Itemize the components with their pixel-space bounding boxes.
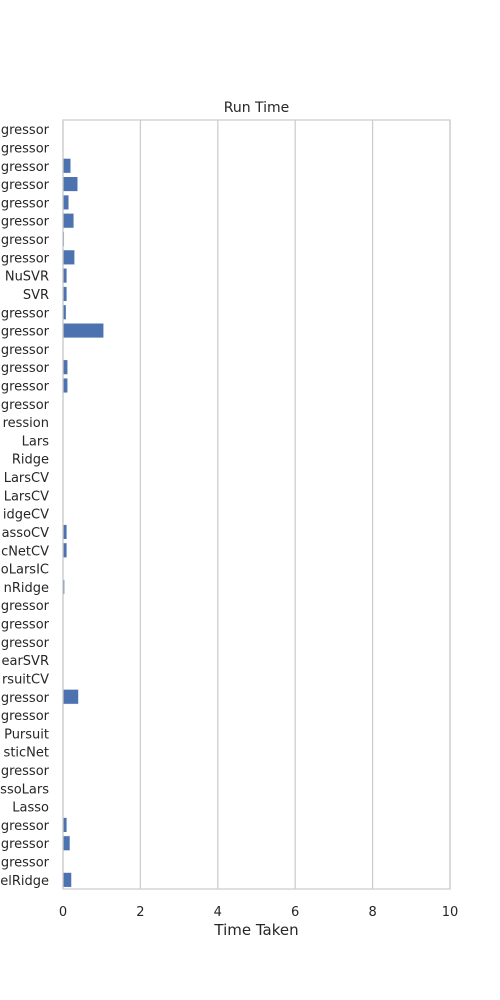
y-tick-label-21: idgeCV [3,508,49,523]
y-tick-label-13: gressor [1,361,50,376]
y-tick-label-37: Lasso [12,801,49,816]
y-tick-labels: gressor gressor gressor gressor gressor gress… [0,123,49,889]
y-tick-label-34: sticNet [4,746,49,761]
y-tick-label-27: gressor [1,618,50,633]
bars [62,158,104,888]
x-tick-labels: 0 2 4 6 8 10 [59,905,458,920]
y-tick-label-19: LarsCV [4,471,49,486]
y-tick-label-15: gressor [1,398,50,413]
y-tick-label-30: rsuitCV [2,672,49,687]
y-tick-label-6: gressor [1,233,50,248]
y-tick-label-20: LarsCV [4,489,49,504]
y-tick-label-4: gressor [1,196,50,211]
bar-2 [62,158,71,174]
x-tick-label-0: 0 [59,905,67,920]
x-tick-label-1: 2 [136,905,144,920]
bar-41 [62,872,72,888]
x-tick-label-5: 10 [442,905,459,920]
bar-11 [62,322,104,339]
y-tick-label-40: gressor [1,856,50,871]
bar-14 [62,377,68,394]
y-tick-label-28: gressor [1,636,50,651]
y-tick-label-12: gressor [1,343,50,358]
chart-title: Run Time [224,100,290,116]
y-tick-label-36: ssoLars [0,782,49,797]
y-tick-label-11: gressor [1,325,50,340]
y-tick-label-39: gressor [1,837,50,852]
y-tick-label-31: gressor [1,691,50,706]
y-tick-label-22: assoCV [2,526,50,541]
y-tick-label-1: gressor [1,141,50,156]
bar-7 [62,249,75,265]
bar-chart: gressor gressor gressor gressor gressor gress… [0,100,458,939]
y-tick-label-5: gressor [1,215,50,230]
plot-frame [62,119,451,890]
y-tick-label-38: gressor [1,819,50,834]
y-tick-label-10: gressor [1,306,50,321]
y-tick-label-8: NuSVR [5,270,49,285]
y-tick-label-9: SVR [23,288,49,303]
bar-31 [62,689,79,705]
x-tick-label-4: 8 [368,905,376,920]
y-tick-label-17: Lars [22,434,50,449]
y-tick-label-7: gressor [1,251,50,266]
gridlines [62,120,451,889]
x-axis-label: Time Taken [213,921,298,939]
x-tick-label-2: 4 [214,905,222,920]
y-tick-label-32: gressor [1,709,50,724]
bar-3 [62,176,78,192]
y-tick-label-2: gressor [1,160,50,175]
y-tick-label-3: gressor [1,178,50,193]
bar-39 [62,835,71,851]
y-tick-label-23: cNetCV [1,544,49,559]
y-tick-label-35: gressor [1,764,50,779]
y-tick-label-25: nRidge [4,581,49,596]
bar-5 [62,213,75,229]
bar-13 [62,359,68,375]
y-tick-label-24: oLarsIC [1,563,49,578]
y-tick-label-14: gressor [1,379,50,394]
y-tick-label-41: elRidge [0,874,49,889]
y-tick-label-33: Pursuit [4,727,49,742]
y-tick-label-18: Ridge [12,453,49,468]
y-tick-label-29: earSVR [2,654,50,669]
y-tick-label-26: gressor [1,599,50,614]
y-tick-label-16: ression [3,416,49,431]
x-tick-label-3: 6 [291,905,299,920]
bar-4 [62,194,70,210]
y-tick-label-0: gressor [1,123,50,138]
